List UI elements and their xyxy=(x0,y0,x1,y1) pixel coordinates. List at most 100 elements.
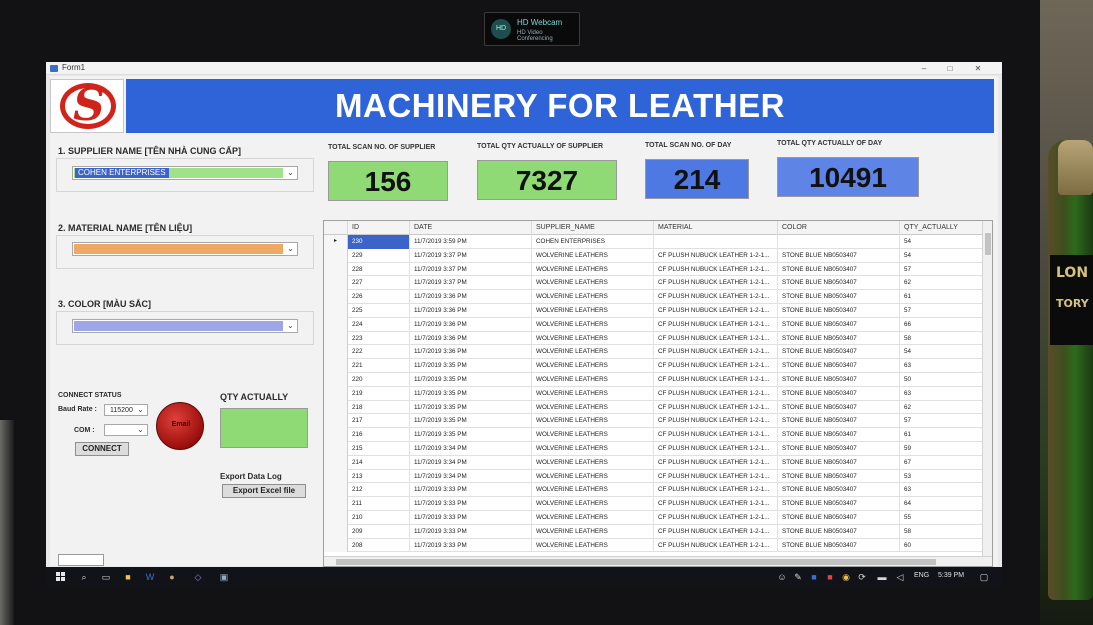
row-header[interactable]: ▸ xyxy=(324,235,348,249)
row-header[interactable] xyxy=(324,469,348,484)
cell-id[interactable]: 221 xyxy=(348,359,410,373)
horizontal-scroll-thumb[interactable] xyxy=(336,559,936,565)
cell-supplier[interactable]: WOLVERINE LEATHERS xyxy=(532,373,654,387)
table-row[interactable]: 211 11/7/2019 3:33 PM WOLVERINE LEATHERS CF… xyxy=(324,497,984,511)
volume-icon[interactable]: ◁ xyxy=(894,571,906,583)
cell-color[interactable] xyxy=(778,235,900,249)
cell-material[interactable]: CF PLUSH NUBUCK LEATHER 1-2-1... xyxy=(654,511,778,525)
row-header[interactable] xyxy=(324,290,348,304)
cell-id[interactable]: 226 xyxy=(348,290,410,304)
cell-material[interactable]: CF PLUSH NUBUCK LEATHER 1-2-1... xyxy=(654,469,778,484)
cell-supplier[interactable]: WOLVERINE LEATHERS xyxy=(532,359,654,373)
connect-button[interactable]: CONNECT xyxy=(75,442,129,456)
cell-supplier[interactable]: WOLVERINE LEATHERS xyxy=(532,538,654,553)
cell-date[interactable]: 11/7/2019 3:33 PM xyxy=(410,538,532,553)
cell-supplier[interactable]: WOLVERINE LEATHERS xyxy=(532,428,654,442)
cell-qty[interactable]: 55 xyxy=(900,511,984,525)
row-header[interactable] xyxy=(324,373,348,387)
cell-id[interactable]: 208 xyxy=(348,538,410,553)
cell-supplier[interactable]: WOLVERINE LEATHERS xyxy=(532,248,654,263)
row-header[interactable] xyxy=(324,386,348,401)
row-header[interactable] xyxy=(324,331,348,346)
cell-material[interactable]: CF PLUSH NUBUCK LEATHER 1-2-1... xyxy=(654,483,778,498)
column-header-qty[interactable]: QTY_ACTUALLY xyxy=(900,221,984,235)
cell-material[interactable]: CF PLUSH NUBUCK LEATHER 1-2-1... xyxy=(654,317,778,332)
vertical-scrollbar[interactable] xyxy=(982,221,992,556)
material-select[interactable]: ⌄ xyxy=(72,242,298,256)
cell-color[interactable]: STONE BLUE NB0503407 xyxy=(778,331,900,346)
cell-qty[interactable]: 63 xyxy=(900,483,984,498)
table-row[interactable]: 228 11/7/2019 3:37 PM WOLVERINE LEATHERS CF… xyxy=(324,262,984,277)
cell-id[interactable]: 209 xyxy=(348,524,410,539)
form-app-icon[interactable]: ▣ xyxy=(218,571,230,583)
cell-supplier[interactable]: WOLVERINE LEATHERS xyxy=(532,400,654,415)
cell-date[interactable]: 11/7/2019 3:37 PM xyxy=(410,248,532,263)
cell-id[interactable]: 219 xyxy=(348,386,410,401)
table-row[interactable]: 215 11/7/2019 3:34 PM WOLVERINE LEATHERS CF… xyxy=(324,442,984,456)
cell-supplier[interactable]: WOLVERINE LEATHERS xyxy=(532,497,654,511)
chevron-down-icon[interactable]: ⌄ xyxy=(284,243,297,255)
cell-material[interactable]: CF PLUSH NUBUCK LEATHER 1-2-1... xyxy=(654,304,778,318)
row-header[interactable] xyxy=(324,497,348,511)
cell-color[interactable]: STONE BLUE NB0503407 xyxy=(778,317,900,332)
cell-color[interactable]: STONE BLUE NB0503407 xyxy=(778,455,900,470)
maximize-button[interactable]: □ xyxy=(938,62,962,75)
cell-date[interactable]: 11/7/2019 3:35 PM xyxy=(410,386,532,401)
cell-qty[interactable]: 54 xyxy=(900,248,984,263)
cell-qty[interactable]: 64 xyxy=(900,497,984,511)
cell-supplier[interactable]: WOLVERINE LEATHERS xyxy=(532,469,654,484)
people-icon[interactable]: ☺ xyxy=(776,571,788,583)
horizontal-scrollbar[interactable] xyxy=(324,556,992,566)
cell-id[interactable]: 222 xyxy=(348,345,410,360)
pen-icon[interactable]: ✎ xyxy=(792,571,804,583)
cell-material[interactable]: CF PLUSH NUBUCK LEATHER 1-2-1... xyxy=(654,455,778,470)
visual-studio-icon[interactable]: ◇ xyxy=(192,571,204,583)
chevron-down-icon[interactable]: ⌄ xyxy=(134,425,147,435)
clock[interactable]: 5:39 PM xyxy=(938,572,964,579)
cell-color[interactable]: STONE BLUE NB0503407 xyxy=(778,373,900,387)
table-row[interactable]: 212 11/7/2019 3:33 PM WOLVERINE LEATHERS CF… xyxy=(324,483,984,498)
cell-supplier[interactable]: WOLVERINE LEATHERS xyxy=(532,511,654,525)
row-header[interactable] xyxy=(324,400,348,415)
cell-color[interactable]: STONE BLUE NB0503407 xyxy=(778,524,900,539)
table-row[interactable]: 213 11/7/2019 3:34 PM WOLVERINE LEATHERS CF… xyxy=(324,469,984,484)
com-select[interactable]: ⌄ xyxy=(104,424,148,436)
cell-id[interactable]: 216 xyxy=(348,428,410,442)
cell-id[interactable]: 229 xyxy=(348,248,410,263)
column-header-id[interactable]: ID xyxy=(348,221,410,235)
cell-material[interactable]: CF PLUSH NUBUCK LEATHER 1-2-1... xyxy=(654,442,778,456)
cell-supplier[interactable]: WOLVERINE LEATHERS xyxy=(532,345,654,360)
pdf-icon[interactable]: ■ xyxy=(824,571,836,583)
row-header[interactable] xyxy=(324,442,348,456)
cell-id[interactable]: 213 xyxy=(348,469,410,484)
cell-supplier[interactable]: WOLVERINE LEATHERS xyxy=(532,442,654,456)
cell-qty[interactable]: 66 xyxy=(900,317,984,332)
table-row[interactable]: 208 11/7/2019 3:33 PM WOLVERINE LEATHERS CF… xyxy=(324,538,984,553)
row-header[interactable] xyxy=(324,262,348,277)
data-grid[interactable]: ID DATE SUPPLIER_NAME MATERIAL COLOR QTY… xyxy=(323,220,993,567)
close-button[interactable]: ✕ xyxy=(966,62,990,75)
row-header[interactable] xyxy=(324,455,348,470)
cell-qty[interactable]: 57 xyxy=(900,304,984,318)
cell-material[interactable]: CF PLUSH NUBUCK LEATHER 1-2-1... xyxy=(654,524,778,539)
chevron-down-icon[interactable]: ⌄ xyxy=(284,167,297,179)
cell-qty[interactable]: 61 xyxy=(900,290,984,304)
table-row[interactable]: 217 11/7/2019 3:35 PM WOLVERINE LEATHERS CF… xyxy=(324,414,984,429)
cell-date[interactable]: 11/7/2019 3:33 PM xyxy=(410,483,532,498)
search-icon[interactable]: ⌕ xyxy=(78,571,90,583)
table-row[interactable]: 220 11/7/2019 3:35 PM WOLVERINE LEATHERS CF… xyxy=(324,373,984,387)
cell-id[interactable]: 220 xyxy=(348,373,410,387)
cell-material[interactable]: CF PLUSH NUBUCK LEATHER 1-2-1... xyxy=(654,359,778,373)
cell-date[interactable]: 11/7/2019 3:36 PM xyxy=(410,290,532,304)
cell-date[interactable]: 11/7/2019 3:37 PM xyxy=(410,262,532,277)
cell-qty[interactable]: 58 xyxy=(900,331,984,346)
cell-qty[interactable]: 62 xyxy=(900,276,984,291)
cell-qty[interactable]: 57 xyxy=(900,262,984,277)
cell-supplier[interactable]: WOLVERINE LEATHERS xyxy=(532,317,654,332)
column-header-date[interactable]: DATE xyxy=(410,221,532,235)
cell-qty[interactable]: 58 xyxy=(900,524,984,539)
table-row[interactable]: 224 11/7/2019 3:36 PM WOLVERINE LEATHERS CF… xyxy=(324,317,984,332)
cell-color[interactable]: STONE BLUE NB0503407 xyxy=(778,511,900,525)
notification-icon[interactable]: ▢ xyxy=(978,571,990,583)
row-header[interactable] xyxy=(324,428,348,442)
